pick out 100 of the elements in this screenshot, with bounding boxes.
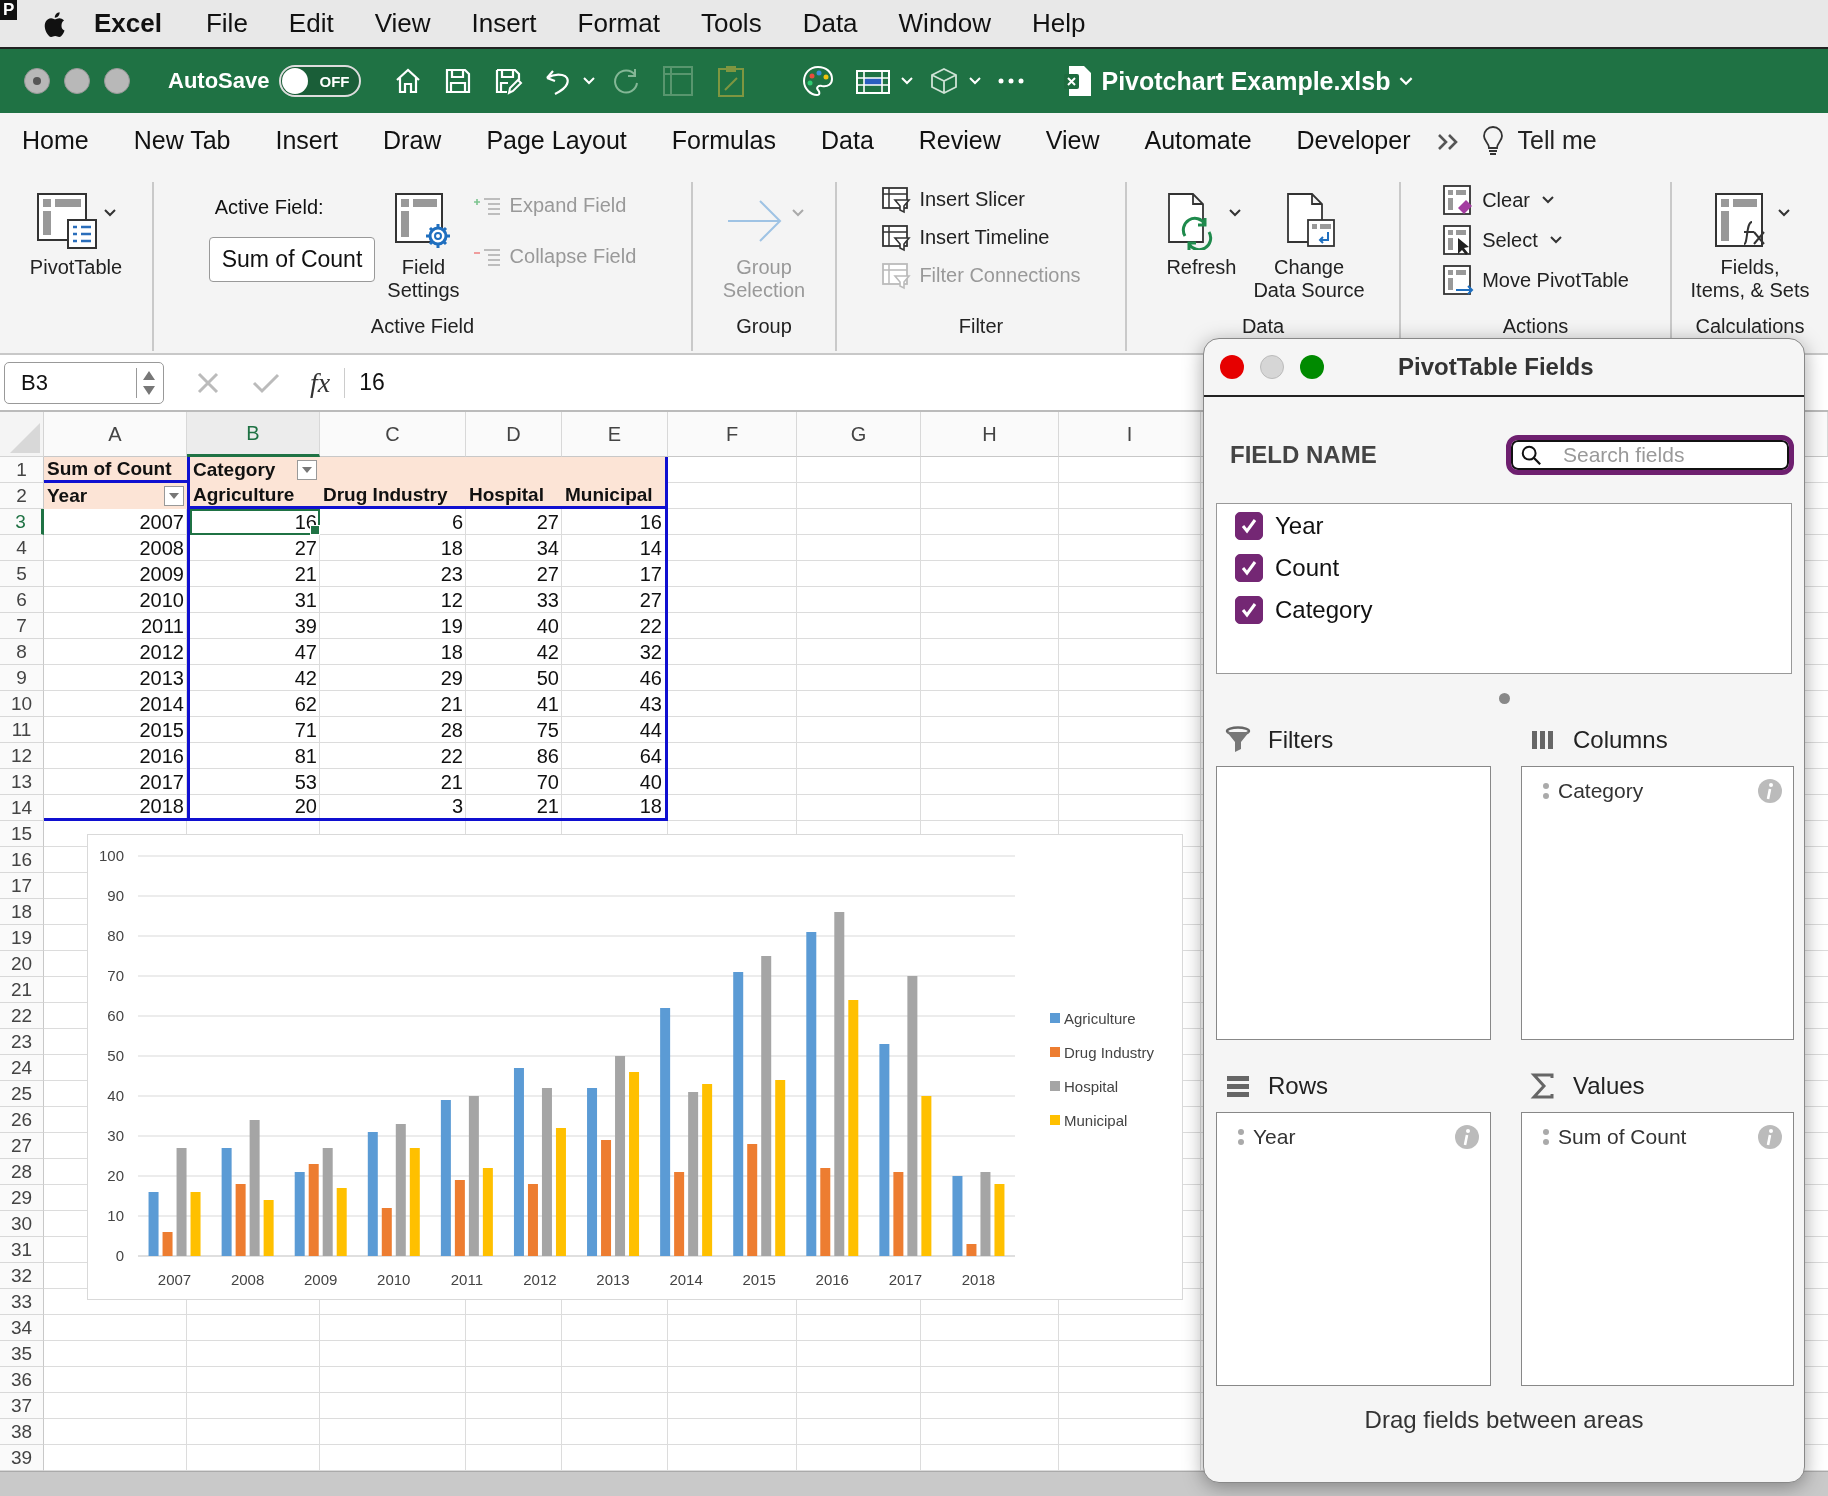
column-header[interactable]: C bbox=[320, 412, 466, 457]
pivottable-button[interactable]: PivotTable bbox=[29, 182, 123, 279]
ribbon-tab[interactable]: Data bbox=[821, 119, 874, 164]
sheet-cell[interactable]: 75 bbox=[466, 717, 562, 743]
sheet-cell[interactable]: 86 bbox=[466, 743, 562, 769]
name-box[interactable]: B3 bbox=[4, 361, 164, 404]
bar[interactable] bbox=[176, 1148, 187, 1256]
bar[interactable] bbox=[541, 1088, 552, 1256]
row-number[interactable]: 28 bbox=[0, 1159, 44, 1185]
row-number[interactable]: 13 bbox=[0, 769, 44, 795]
bar[interactable] bbox=[527, 1184, 538, 1256]
sheet-cell[interactable]: 19 bbox=[320, 613, 466, 639]
sheet-cell[interactable]: 2012 bbox=[44, 639, 187, 665]
bar[interactable] bbox=[994, 1184, 1005, 1256]
sheet-cell[interactable]: 22 bbox=[320, 743, 466, 769]
row-number[interactable]: 37 bbox=[0, 1393, 44, 1419]
bar[interactable] bbox=[468, 1096, 479, 1256]
bar[interactable] bbox=[513, 1068, 524, 1256]
apple-icon[interactable] bbox=[42, 9, 66, 38]
active-field-input[interactable]: Sum of Count bbox=[208, 237, 376, 282]
sheet-cell[interactable]: 29 bbox=[320, 665, 466, 691]
row-number[interactable]: 14 bbox=[0, 795, 44, 821]
row-number[interactable]: 5 bbox=[0, 561, 44, 587]
row-number[interactable]: 35 bbox=[0, 1341, 44, 1367]
sheet-cell[interactable]: 41 bbox=[466, 691, 562, 717]
row-number[interactable]: 27 bbox=[0, 1133, 44, 1159]
sheet-cell[interactable]: 2010 bbox=[44, 587, 187, 613]
ribbon-tab[interactable]: Home bbox=[22, 119, 89, 164]
menu-item[interactable]: File bbox=[205, 8, 248, 39]
bar[interactable] bbox=[834, 912, 845, 1256]
bar[interactable] bbox=[336, 1188, 347, 1256]
row-number[interactable]: 32 bbox=[0, 1263, 44, 1289]
row-number[interactable]: 26 bbox=[0, 1107, 44, 1133]
ribbon-tab[interactable]: Review bbox=[918, 119, 1001, 164]
sheet-cell[interactable]: 43 bbox=[562, 691, 668, 717]
ribbon-tab[interactable]: Automate bbox=[1144, 119, 1252, 164]
row-number[interactable]: 21 bbox=[0, 977, 44, 1003]
ribbon-tab[interactable]: Page Layout bbox=[486, 119, 627, 164]
sheet-cell[interactable]: Hospital bbox=[466, 483, 562, 509]
minimize-button[interactable] bbox=[64, 68, 90, 94]
bar[interactable] bbox=[381, 1208, 392, 1256]
sheet-cell[interactable]: 21 bbox=[466, 795, 562, 821]
bar[interactable] bbox=[587, 1088, 598, 1256]
zoom-button[interactable] bbox=[1300, 355, 1324, 379]
bar[interactable] bbox=[761, 956, 772, 1256]
row-number[interactable]: 11 bbox=[0, 717, 44, 743]
menu-item[interactable]: View bbox=[374, 8, 431, 39]
area-field[interactable]: Year bbox=[1253, 1125, 1296, 1149]
caret-icon[interactable] bbox=[1778, 209, 1790, 217]
row-number[interactable]: 17 bbox=[0, 873, 44, 899]
menu-item[interactable]: Data bbox=[802, 8, 858, 39]
select-button[interactable]: Select bbox=[1442, 224, 1629, 256]
bar[interactable] bbox=[747, 1144, 758, 1256]
row-number[interactable]: 18 bbox=[0, 899, 44, 925]
sheet-cell[interactable]: 2015 bbox=[44, 717, 187, 743]
drag-handle-icon[interactable] bbox=[1542, 782, 1550, 800]
formula-input[interactable]: 16 bbox=[359, 369, 385, 396]
app-menu[interactable]: Excel bbox=[94, 8, 162, 39]
ribbon-tab[interactable]: Formulas bbox=[671, 119, 776, 164]
bar[interactable] bbox=[629, 1072, 640, 1256]
column-header[interactable]: H bbox=[921, 412, 1059, 457]
cube-icon[interactable] bbox=[929, 66, 960, 96]
sheet-cell[interactable]: 18 bbox=[562, 795, 668, 821]
menu-item[interactable]: Insert bbox=[471, 8, 537, 39]
sheet-cell[interactable]: 2011 bbox=[44, 613, 187, 639]
sheet-cell[interactable]: Sum of Count bbox=[44, 457, 187, 483]
ribbon-tab[interactable]: View bbox=[1045, 119, 1100, 164]
sheet-cell[interactable]: 2008 bbox=[44, 535, 187, 561]
drop-area[interactable]: Year bbox=[1216, 1112, 1491, 1386]
sheet-cell[interactable]: 23 bbox=[320, 561, 466, 587]
sheet-icon[interactable] bbox=[661, 64, 696, 98]
row-number[interactable]: 33 bbox=[0, 1289, 44, 1315]
bar[interactable] bbox=[921, 1096, 932, 1256]
lightbulb-icon[interactable] bbox=[1481, 125, 1504, 158]
sheet-cell[interactable]: 34 bbox=[466, 535, 562, 561]
area-field[interactable]: Category bbox=[1558, 779, 1644, 803]
bar[interactable] bbox=[190, 1192, 201, 1256]
checkbox[interactable] bbox=[1235, 596, 1263, 624]
insert-function-button[interactable]: fx bbox=[310, 366, 331, 399]
bar[interactable] bbox=[907, 976, 918, 1256]
sheet-cell[interactable]: 46 bbox=[562, 665, 668, 691]
bar[interactable] bbox=[806, 932, 817, 1256]
menu-item[interactable]: Window bbox=[898, 8, 992, 39]
bar[interactable] bbox=[482, 1168, 493, 1256]
menu-item[interactable]: Help bbox=[1032, 8, 1086, 39]
field-label[interactable]: Count bbox=[1275, 554, 1340, 582]
bar[interactable] bbox=[615, 1056, 626, 1256]
bar[interactable] bbox=[702, 1084, 713, 1256]
fields-items-sets-button[interactable]: Fields, Items, & Sets bbox=[1690, 182, 1810, 302]
caret-icon[interactable] bbox=[104, 209, 116, 217]
bar[interactable] bbox=[980, 1172, 991, 1256]
page-dot[interactable] bbox=[1498, 693, 1510, 704]
sheet-cell[interactable]: Drug Industry bbox=[320, 483, 466, 509]
field-settings-button[interactable]: Field Settings bbox=[387, 182, 460, 302]
close-button[interactable] bbox=[1220, 355, 1244, 379]
palette-icon[interactable] bbox=[801, 64, 836, 98]
column-header[interactable]: A bbox=[44, 412, 187, 457]
sheet-cell[interactable]: 33 bbox=[466, 587, 562, 613]
sheet-cell[interactable]: 2018 bbox=[44, 795, 187, 821]
ribbon-tab[interactable]: Draw bbox=[383, 119, 442, 164]
